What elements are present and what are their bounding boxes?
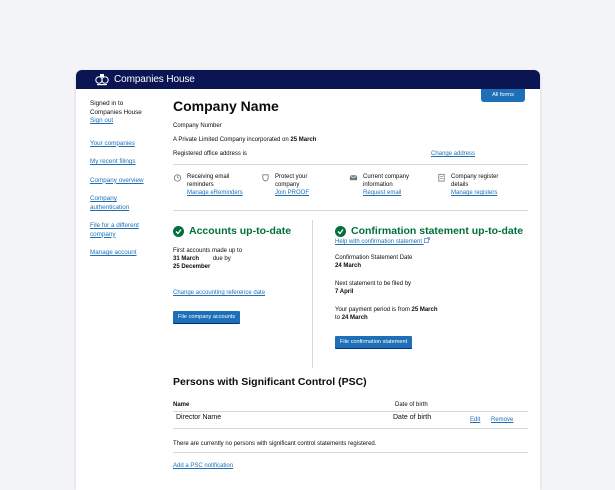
- made-up-date: 31 March: [173, 256, 200, 262]
- external-link-icon: [423, 237, 430, 243]
- help-confirmation-link[interactable]: Help with confirmation statement: [335, 237, 530, 246]
- psc-row-dob: Date of birth: [393, 414, 432, 421]
- due-label: due by: [212, 256, 231, 262]
- psc-col-dob: Date of birth: [395, 402, 428, 408]
- main-content: Company Name Company Number A Private Li…: [173, 98, 528, 469]
- help-confirmation-text[interactable]: Help with confirmation statement: [335, 239, 422, 245]
- accounts-section: Accounts up-to-date First accounts made …: [173, 225, 308, 323]
- sidebar-item-your-companies[interactable]: Your companies: [90, 140, 160, 149]
- info-box-ereminders: Receiving email reminders Manage eRemind…: [173, 173, 243, 197]
- company-number-label: Company Number: [173, 123, 222, 129]
- confirmation-heading-text: Confirmation statement up-to-date: [351, 225, 524, 237]
- confirmation-date-label: Confirmation Statement Date: [335, 255, 413, 261]
- confirmation-section: Confirmation statement up-to-date Help w…: [335, 225, 530, 348]
- sidebar-item-manage-account[interactable]: Manage account: [90, 249, 160, 258]
- accounts-heading: Accounts up-to-date: [173, 225, 308, 237]
- brand-name[interactable]: Companies House: [114, 74, 195, 85]
- psc-remove-link[interactable]: Remove: [491, 416, 513, 424]
- next-statement-label: Next statement to be filed by: [335, 281, 412, 287]
- psc-no-statements: There are currently no persons with sign…: [173, 441, 377, 447]
- request-email-link[interactable]: Request email: [363, 189, 409, 197]
- payment-period-from: 25 March: [411, 307, 438, 313]
- sidebar-item-file-different-company[interactable]: File for a different company: [90, 222, 150, 239]
- divider: [173, 164, 528, 165]
- check-circle-icon: [173, 225, 184, 237]
- manage-registers-link[interactable]: Manage registers: [451, 189, 498, 197]
- psc-row-name: Director Name: [176, 414, 222, 421]
- file-confirmation-statement-button[interactable]: File confirmation statement: [335, 336, 413, 348]
- add-psc-link[interactable]: Add a PSC notification: [173, 462, 233, 470]
- info-text-1: Protect your: [275, 174, 308, 180]
- payment-period-row: Your payment period is from 25 March: [335, 306, 530, 314]
- sidebar-item-company-authentication[interactable]: Company authentication: [90, 195, 140, 212]
- page-title: Company Name: [173, 98, 279, 114]
- made-up-row: 31 March due by: [173, 255, 308, 263]
- divider: [173, 411, 528, 412]
- signed-in-line1: Signed in to: [90, 100, 124, 107]
- accounts-heading-text: Accounts up-to-date: [189, 225, 292, 237]
- sign-out-link[interactable]: Sign out: [90, 117, 160, 126]
- sidebar: Signed in to Companies House Sign out Yo…: [90, 100, 160, 268]
- confirmation-heading: Confirmation statement up-to-date: [335, 225, 530, 237]
- change-address-link[interactable]: Change address: [431, 150, 475, 158]
- info-box-registers: Company register details Manage register…: [437, 173, 498, 197]
- incorporated-date: 25 March: [290, 137, 317, 143]
- divider: [173, 452, 528, 453]
- alarm-clock-icon: [173, 174, 182, 182]
- psc-heading: Persons with Significant Control (PSC): [173, 376, 367, 388]
- change-reference-date-link[interactable]: Change accounting reference date: [173, 289, 308, 297]
- divider: [173, 428, 528, 429]
- header-bar: Companies House: [76, 70, 540, 89]
- manage-ereminders-link[interactable]: Manage eReminders: [187, 189, 243, 197]
- info-text-2: information: [363, 182, 393, 188]
- psc-col-name: Name: [173, 402, 190, 408]
- sidebar-item-company-overview[interactable]: Company overview: [90, 177, 160, 186]
- file-company-accounts-button[interactable]: File company accounts: [173, 311, 241, 323]
- app-window: Companies House All forms Signed in to C…: [76, 70, 540, 490]
- check-circle-icon: [335, 225, 346, 237]
- info-box-proof: Protect your company Join PROOF: [261, 173, 309, 197]
- info-text-2: details: [451, 182, 469, 188]
- signed-in-line2: Companies House: [90, 108, 142, 116]
- info-text-2: reminders: [187, 182, 214, 188]
- payment-period-to: 24 March: [341, 315, 368, 321]
- shield-icon: [262, 174, 269, 182]
- due-date: 25 December: [173, 264, 211, 270]
- info-text-1: Current company: [363, 174, 410, 180]
- sidebar-item-recent-filings[interactable]: My recent filings: [90, 158, 160, 167]
- payment-period-prefix: Your payment period is from: [335, 307, 410, 313]
- psc-edit-link[interactable]: Edit: [470, 416, 480, 424]
- royal-crest-icon: [95, 74, 109, 86]
- confirmation-date: 24 March: [335, 263, 362, 269]
- divider: [173, 210, 528, 211]
- envelope-icon: [349, 174, 358, 181]
- payment-period-to-prefix: to: [335, 315, 341, 321]
- first-accounts-label: First accounts made up to: [173, 248, 243, 254]
- registered-address-label: Registered office address is: [173, 151, 247, 157]
- join-proof-link[interactable]: Join PROOF: [275, 189, 309, 197]
- payment-period-to-row: to 24 March: [335, 314, 530, 322]
- info-text-1: Company register: [451, 174, 499, 180]
- incorporated-prefix: A Private Limited Company incorporated o…: [173, 137, 289, 143]
- incorporation-text: A Private Limited Company incorporated o…: [173, 136, 316, 144]
- info-text-2: company: [275, 182, 300, 188]
- info-text-1: Receiving email: [187, 174, 230, 180]
- next-statement-date: 7 April: [335, 289, 354, 295]
- info-box-email: Current company information Request emai…: [349, 173, 409, 197]
- register-book-icon: [438, 173, 445, 182]
- column-divider: [312, 220, 313, 368]
